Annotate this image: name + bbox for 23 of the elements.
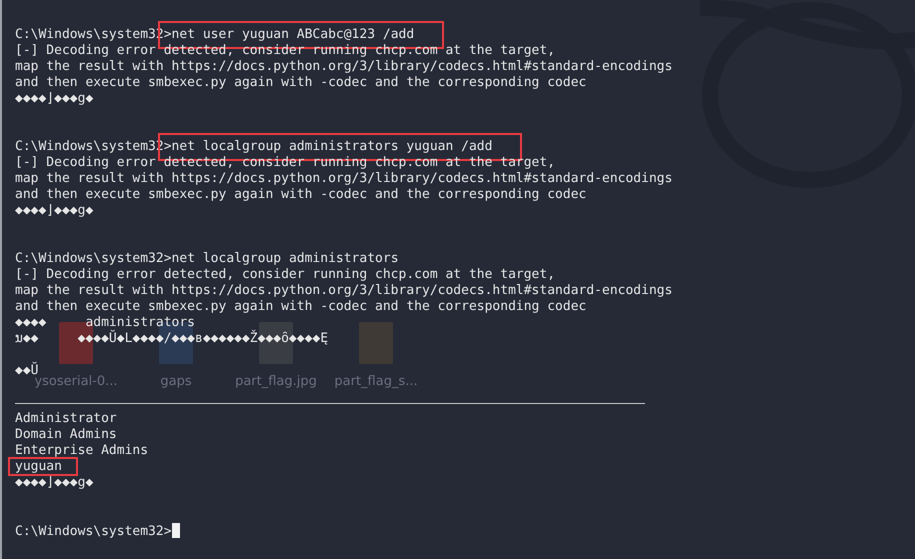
output-text: map the result with https://docs.python.org/3/library/codecs.html#standard-encodings (15, 283, 672, 298)
command-text: > (164, 524, 172, 539)
output-text: ນ◆◆ ◆◆◆◆Ŭ◆L◆◆◆◆/◆◆◆в◆◆◆◆◆◆Ž◆◆◆ȏ◆◆◆◆Ę (15, 331, 328, 346)
output-text: and then execute smbexec.py again with -codec and the corresponding codec (15, 187, 586, 202)
output-text: ◆◆◆◆ administrators (15, 315, 196, 330)
output-text: [-] Decoding error detected, consider running chcp.com at the target, (15, 267, 556, 282)
desktop-icon-label[interactable]: part_flag.jpg (235, 374, 317, 389)
output-text: yuguan (8, 457, 78, 476)
command-text: >net localgroup administrators (164, 251, 399, 266)
desktop-icon-label[interactable]: gaps (160, 374, 192, 389)
desktop-icon-label[interactable]: part_flag_s... (334, 374, 418, 389)
output-text: Administrator (15, 411, 117, 426)
output-text: ◆◆◆◆⌋◆◆◆g◆ (15, 91, 94, 106)
output-text: ◆◆◆◆⌋◆◆◆g◆ (15, 475, 94, 490)
output-text: Enterprise Admins (15, 443, 148, 458)
prompt-path: C:\Windows\system32 (15, 251, 164, 266)
output-text: Domain Admins (15, 427, 117, 442)
prompt-path: C:\Windows\system32 (15, 524, 164, 539)
output-text: and then execute smbexec.py again with -codec and the corresponding codec (15, 299, 586, 314)
output-text: map the result with https://docs.python.org/3/library/codecs.html#standard-encodings (15, 171, 672, 186)
output-text: ◆◆◆◆⌋◆◆◆g◆ (15, 203, 94, 218)
output-text: and then execute smbexec.py again with -codec and the corresponding codec (15, 75, 586, 90)
output-text: map the result with https://docs.python.org/3/library/codecs.html#standard-encodings (15, 59, 672, 74)
